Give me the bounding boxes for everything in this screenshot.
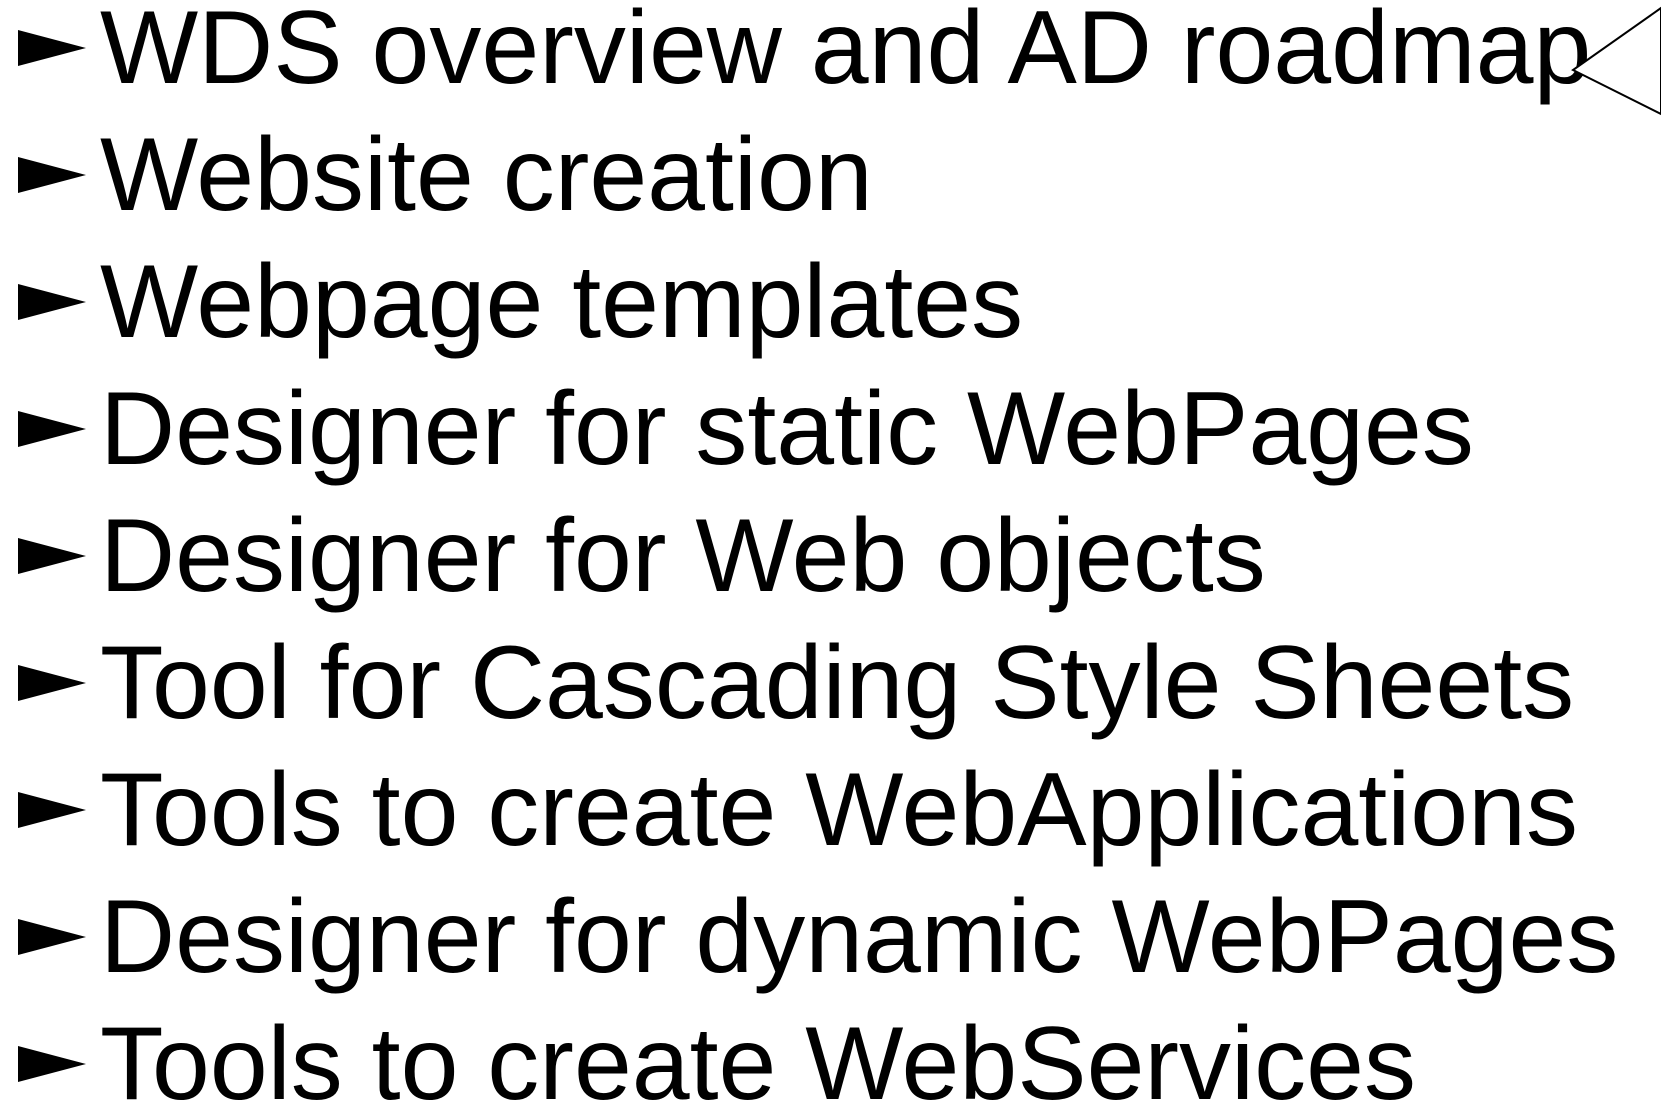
bullet-item-website-creation: Website creation [0, 111, 1618, 238]
callout-pointer-icon [1571, 6, 1661, 116]
right-pointing-triangle-icon [0, 1044, 100, 1084]
bullet-text: Designer for Web objects [100, 497, 1266, 614]
bullet-text: Designer for dynamic WebPages [100, 878, 1619, 995]
bullet-item-webservices: Tools to create WebServices [0, 1000, 1618, 1114]
bullet-item-web-objects: Designer for Web objects [0, 492, 1618, 619]
right-pointing-triangle-icon [0, 28, 100, 68]
bullet-item-css-tool: Tool for Cascading Style Sheets [0, 619, 1618, 746]
right-pointing-triangle-icon [0, 409, 100, 449]
bullet-item-static-webpages: Designer for static WebPages [0, 365, 1618, 492]
bullet-text: WDS overview and AD roadmap [100, 0, 1592, 106]
bullet-text: Tool for Cascading Style Sheets [100, 624, 1575, 741]
bullet-text: Designer for static WebPages [100, 370, 1474, 487]
bullet-text: Tools to create WebServices [100, 1005, 1416, 1114]
right-pointing-triangle-icon [0, 917, 100, 957]
bullet-text: Tools to create WebApplications [100, 751, 1578, 868]
right-pointing-triangle-icon [0, 155, 100, 195]
bullet-item-wds-overview: WDS overview and AD roadmap [0, 0, 1618, 111]
right-pointing-triangle-icon [0, 663, 100, 703]
bullet-text: Website creation [100, 116, 873, 233]
slide: WDS overview and AD roadmap Website crea… [0, 0, 1661, 1114]
right-pointing-triangle-icon [0, 536, 100, 576]
right-pointing-triangle-icon [0, 790, 100, 830]
right-pointing-triangle-icon [0, 282, 100, 322]
bullet-item-webapplications: Tools to create WebApplications [0, 746, 1618, 873]
bullet-list: WDS overview and AD roadmap Website crea… [0, 0, 1618, 1114]
bullet-item-dynamic-webpages: Designer for dynamic WebPages [0, 873, 1618, 1000]
bullet-text: Webpage templates [100, 243, 1024, 360]
bullet-item-webpage-templates: Webpage templates [0, 238, 1618, 365]
